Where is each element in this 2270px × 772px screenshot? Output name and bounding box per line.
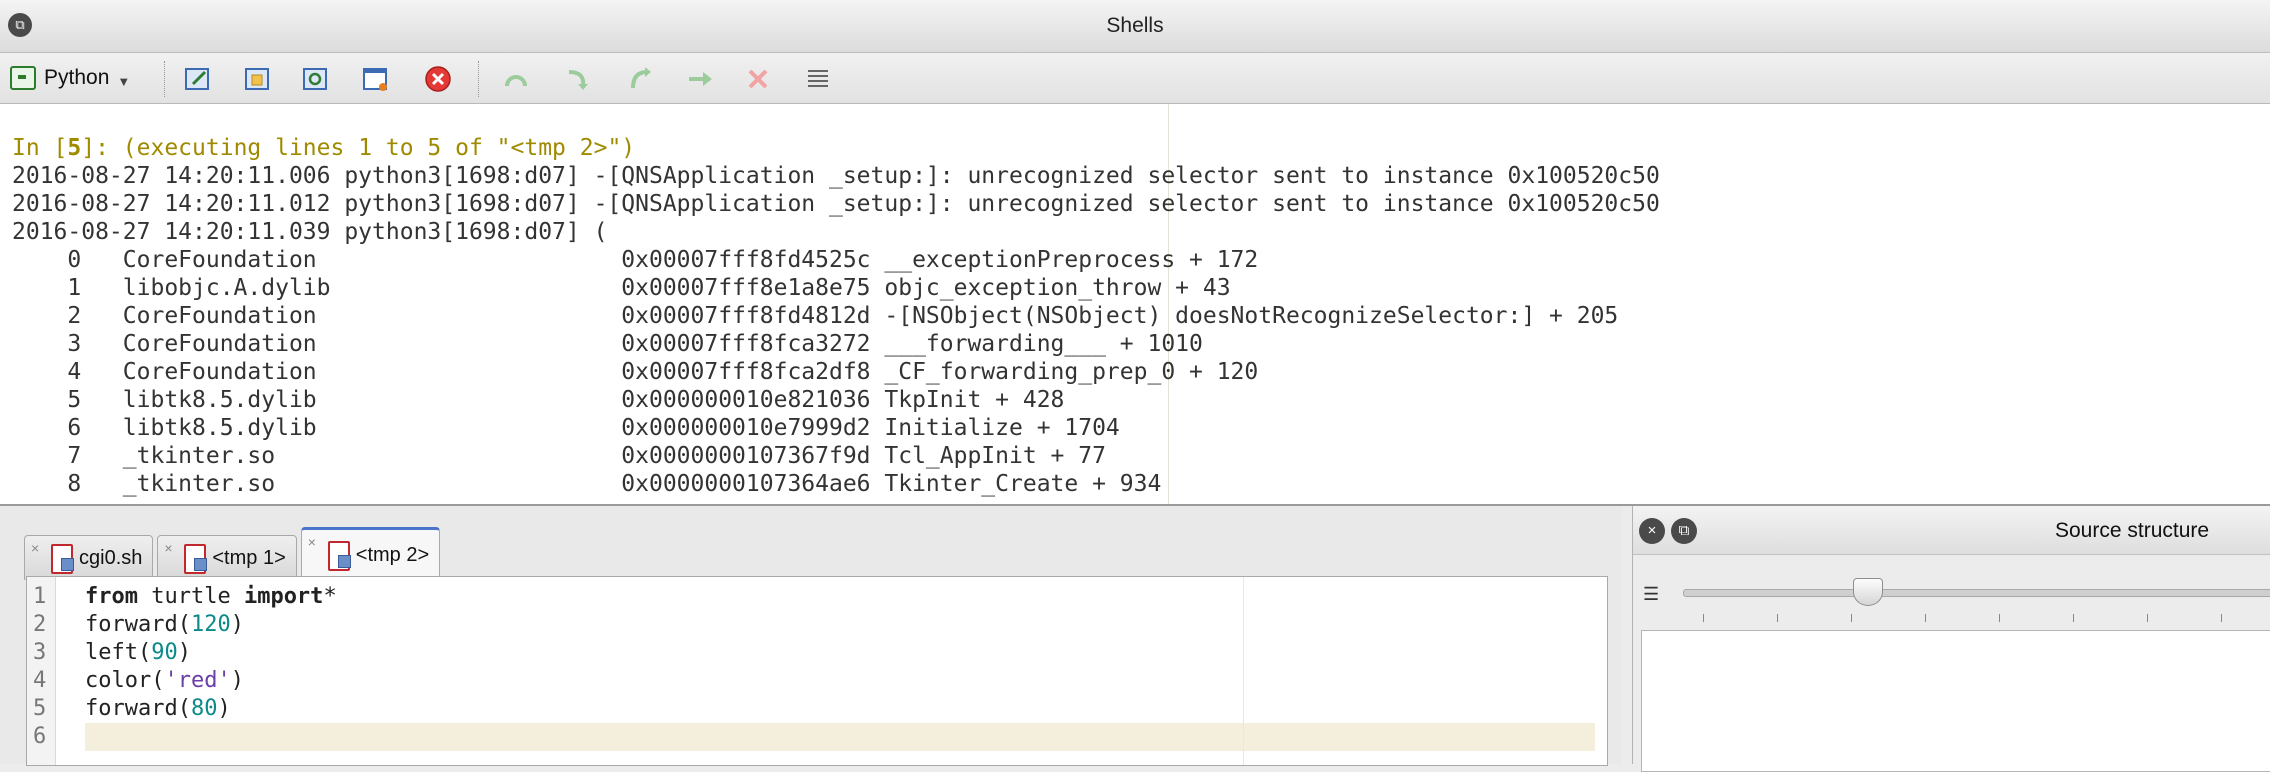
step-over-icon [568,70,588,90]
console-output: In [5]: (executing lines 1 to 5 of "<tmp… [12,134,1660,498]
tab-label: cgi0.sh [79,546,143,569]
slider-tick [2147,614,2148,622]
window-title: Shells [1106,14,1164,37]
editor-area: × cgi0.sh × <tmp 1> × <tmp 2> 1 2 3 4 5 … [0,506,1622,766]
current-line-highlight [85,723,1595,751]
console-line: 3 CoreFoundation 0x00007fff8fca3272 ___f… [12,331,1203,357]
edit-shell-button[interactable] [182,63,214,95]
close-tab-icon[interactable]: × [164,540,172,556]
slider-tick [2073,614,2074,622]
slider-tick [1851,614,1852,622]
console-line: 2016-08-27 14:20:11.006 python3[1698:d07… [12,163,1660,189]
depth-slider-track[interactable] [1683,589,2270,597]
source-structure-panel: × ⧉ Source structure ☰ [1632,506,2270,772]
title-bar: ⧉ Shells [0,0,2270,53]
long-line-guide [1243,577,1244,765]
step-out-icon [631,67,651,89]
console-line: 0 CoreFoundation 0x00007fff8fd4525c __ex… [12,247,1259,273]
console-line: 2016-08-27 14:20:11.039 python3[1698:d07… [12,219,608,245]
terminate-shell-button[interactable] [422,63,454,95]
debug-stop-icon [748,69,768,89]
toolbar-separator [164,61,165,97]
console-line: 6 libtk8.5.dylib 0x000000010e7999d2 Init… [12,415,1120,441]
shell-console[interactable]: In [5]: (executing lines 1 to 5 of "<tmp… [0,104,2270,506]
window-icon [363,68,387,91]
console-line: 5 libtk8.5.dylib 0x000000010e821036 TkpI… [12,387,1065,413]
toolbar-separator [478,61,479,97]
slider-tick [2221,614,2222,622]
structure-tree[interactable] [1641,630,2270,772]
slider-tick [1777,614,1778,622]
close-tab-icon[interactable]: × [308,534,316,550]
interpreter-label: Python [44,66,110,89]
paste-to-shell-button[interactable] [242,63,274,95]
panel-title: Source structure [2055,519,2210,542]
console-line: 8 _tkinter.so 0x0000000107364ae6 Tkinter… [12,471,1162,497]
console-line: 4 CoreFoundation 0x00007fff8fca2df8 _CF_… [12,359,1259,385]
new-shell-window-button[interactable] [360,63,392,95]
console-prompt: In [5]: (executing lines 1 to 5 of "<tmp… [12,135,636,161]
code-editor[interactable]: 1 2 3 4 5 6 from turtle import* forward(… [26,576,1608,766]
debug-step-icon [505,75,527,87]
debug-continue-button[interactable] [684,63,716,95]
slider-tick [1925,614,1926,622]
console-line: 2016-08-27 14:20:11.012 python3[1698:d07… [12,191,1660,217]
slider-tick [1703,614,1704,622]
close-tab-icon[interactable]: × [31,540,39,556]
debug-step-over-button[interactable] [562,63,594,95]
debug-step-out-button[interactable] [624,63,656,95]
restart-shell-button[interactable] [300,63,332,95]
tab-tmp-1[interactable]: × <tmp 1> [157,535,297,580]
shell-toolbar: Python ▼ [0,53,2270,104]
console-line: 2 CoreFoundation 0x00007fff8fd4812d -[NS… [12,303,1619,329]
tab-tmp-2[interactable]: × <tmp 2> [300,527,441,580]
depth-slider-handle[interactable] [1853,578,1883,606]
tab-label: <tmp 1> [212,546,286,569]
edit-icon [185,68,209,90]
paste-icon [245,68,269,90]
continue-icon [689,72,712,86]
tab-cgi0-sh[interactable]: × cgi0.sh [24,535,154,580]
line-numbers: 1 2 3 4 5 6 [33,584,47,749]
editor-tabs: × cgi0.sh × <tmp 1> × <tmp 2> [24,520,444,580]
python-shell-icon [10,66,36,90]
panel-header: × ⧉ Source structure [1633,506,2270,555]
close-panel-icon[interactable]: × [1639,518,1665,544]
interpreter-select[interactable]: Python ▼ [10,61,130,95]
console-line: 1 libobjc.A.dylib 0x00007fff8e1a8e75 obj… [12,275,1231,301]
undock-panel-icon[interactable]: ⧉ [1671,518,1697,544]
chevron-down-icon: ▼ [117,73,131,89]
list-view-icon[interactable]: ☰ [1643,584,1659,605]
list-icon [808,70,828,87]
clear-shell-button[interactable] [802,63,834,95]
debug-stop-button[interactable] [742,63,774,95]
debug-step-button[interactable] [500,63,532,95]
restart-icon [303,68,327,90]
console-line: 7 _tkinter.so 0x0000000107367f9d Tcl_App… [12,443,1106,469]
code-text: from turtle import* forward(120) left(90… [85,584,337,721]
tab-label: <tmp 2> [355,543,430,566]
slider-tick [1999,614,2000,622]
stop-icon [425,66,451,92]
script-file-icon [184,544,208,574]
script-file-icon [327,541,351,571]
script-file-icon [51,544,74,574]
